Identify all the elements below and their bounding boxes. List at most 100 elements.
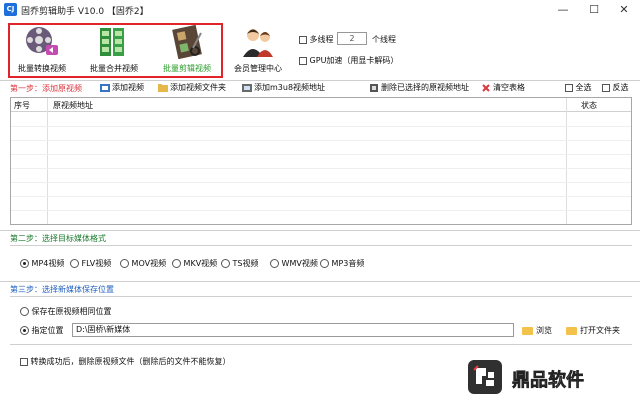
watermark-text: 鼎品软件: [512, 370, 585, 392]
save-custom-label: 指定位置: [31, 326, 64, 335]
format-flv-label: FLV视频: [81, 259, 112, 268]
invert-label: 反选: [612, 83, 629, 92]
thread-count-input[interactable]: 2: [337, 32, 367, 45]
format-mkv[interactable]: MKV视频: [172, 258, 217, 269]
invert-selection-button[interactable]: 反选: [602, 82, 629, 94]
browse-button[interactable]: 浏览: [522, 325, 552, 336]
format-flv-radio[interactable]: [70, 259, 79, 268]
format-mov-label: MOV视频: [131, 259, 167, 268]
format-wmv-label: WMV视频: [281, 259, 318, 268]
member-center-label: 会员管理中心: [234, 64, 282, 73]
gpu-checkbox[interactable]: [299, 56, 307, 65]
step3-title: 第三步：选择新媒体保存位置: [10, 285, 114, 294]
table-header: 序号 原视频地址 状态: [11, 98, 631, 112]
gpu-label: GPU加速（用显卡解码）: [309, 56, 399, 65]
format-ts-radio[interactable]: [221, 259, 230, 268]
delete-selected-button[interactable]: 删除已选择的原视频地址: [369, 82, 469, 94]
delete-icon: [370, 83, 378, 92]
browse-label: 浏览: [536, 326, 552, 335]
column-divider: [47, 98, 48, 224]
clear-table-button[interactable]: 清空表格: [481, 82, 525, 94]
add-folder-button[interactable]: 添加视频文件夹: [158, 82, 226, 94]
save-same-label: 保存在原视频相同位置: [31, 307, 112, 316]
invert-checkbox[interactable]: [602, 83, 610, 92]
watermark-logo: 鼎品软件: [468, 358, 633, 398]
save-custom-location-option[interactable]: 指定位置: [20, 325, 64, 336]
step1-title: 第一步：添加原视频: [10, 84, 82, 93]
open-folder-button[interactable]: 打开文件夹: [566, 325, 620, 336]
folder-icon: [522, 326, 533, 335]
step3-divider: [0, 281, 640, 282]
format-mp4-radio[interactable]: [20, 259, 29, 268]
format-mov[interactable]: MOV视频: [120, 258, 166, 269]
format-mp3-label: MP3音频: [331, 259, 365, 268]
gpu-option[interactable]: GPU加速（用显卡解码）: [299, 55, 398, 66]
delete-after-checkbox[interactable]: [20, 357, 28, 366]
format-mp4-label: MP4视频: [31, 259, 65, 268]
table-row: [11, 210, 631, 211]
format-flv[interactable]: FLV视频: [70, 258, 111, 269]
step3-box-top: [10, 296, 632, 297]
save-custom-radio[interactable]: [20, 326, 29, 335]
table-row: [11, 126, 631, 127]
format-mp4[interactable]: MP4视频: [20, 258, 64, 269]
add-video-icon: [100, 83, 110, 92]
video-table[interactable]: 序号 原视频地址 状态: [10, 97, 632, 225]
close-button[interactable]: ✕: [611, 1, 637, 18]
column-status: 状态: [581, 101, 597, 110]
add-video-label: 添加视频: [112, 83, 144, 92]
add-folder-label: 添加视频文件夹: [170, 83, 226, 92]
folder-open-icon: [566, 326, 577, 335]
step1-divider: [0, 80, 640, 81]
member-center-button[interactable]: 会员管理中心: [228, 22, 288, 74]
step2-box-top: [10, 245, 632, 246]
table-row: [11, 140, 631, 141]
multithread-checkbox[interactable]: [299, 35, 307, 44]
column-source-path: 原视频地址: [53, 101, 93, 110]
select-all-button[interactable]: 全选: [565, 82, 592, 94]
format-mkv-label: MKV视频: [183, 259, 218, 268]
users-icon: [243, 29, 273, 57]
table-row: [11, 154, 631, 155]
clear-icon: [482, 83, 490, 92]
save-same-radio[interactable]: [20, 307, 29, 316]
save-same-location-option[interactable]: 保存在原视频相同位置: [20, 306, 112, 317]
add-m3u8-button[interactable]: 添加m3u8视频地址: [242, 82, 325, 94]
delete-after-label: 转换成功后，删除原视频文件（删除后的文件不能恢复）: [30, 357, 231, 366]
column-divider: [566, 98, 567, 224]
table-row: [11, 196, 631, 197]
select-all-label: 全选: [575, 83, 592, 92]
table-row: [11, 168, 631, 169]
format-mp3-radio[interactable]: [320, 259, 329, 268]
column-index: 序号: [14, 101, 30, 110]
format-wmv-radio[interactable]: [270, 259, 279, 268]
clear-table-label: 清空表格: [493, 83, 525, 92]
delete-selected-label: 删除已选择的原视频地址: [381, 83, 469, 92]
add-m3u8-label: 添加m3u8视频地址: [254, 83, 326, 92]
format-ts-label: TS视频: [232, 259, 259, 268]
step3-box-bottom: [10, 344, 632, 345]
multithread-label: 多线程: [309, 35, 334, 44]
format-mkv-radio[interactable]: [172, 259, 181, 268]
add-video-button[interactable]: 添加视频: [100, 82, 144, 94]
window-title: 固乔剪辑助手 V10.0 【固乔2】: [21, 7, 149, 17]
multithread-option[interactable]: 多线程: [299, 34, 334, 45]
minimize-button[interactable]: —: [550, 1, 576, 18]
step2-divider: [0, 230, 640, 231]
highlight-box: [8, 23, 223, 78]
format-wmv[interactable]: WMV视频: [270, 258, 318, 269]
thread-unit-label: 个线程: [372, 35, 396, 44]
format-ts[interactable]: TS视频: [221, 258, 259, 269]
delete-after-option[interactable]: 转换成功后，删除原视频文件（删除后的文件不能恢复）: [20, 356, 231, 367]
table-row: [11, 182, 631, 183]
app-icon: CJ: [4, 3, 17, 16]
format-mp3[interactable]: MP3音频: [320, 258, 364, 269]
format-mov-radio[interactable]: [120, 259, 129, 268]
step2-title: 第二步：选择目标媒体格式: [10, 234, 106, 243]
add-folder-icon: [158, 83, 168, 92]
open-folder-label: 打开文件夹: [580, 326, 620, 335]
link-icon: [242, 83, 252, 92]
save-path-input[interactable]: D:\固桥\新媒体: [72, 323, 514, 337]
maximize-button[interactable]: ☐: [581, 1, 607, 18]
select-all-checkbox[interactable]: [565, 83, 573, 92]
